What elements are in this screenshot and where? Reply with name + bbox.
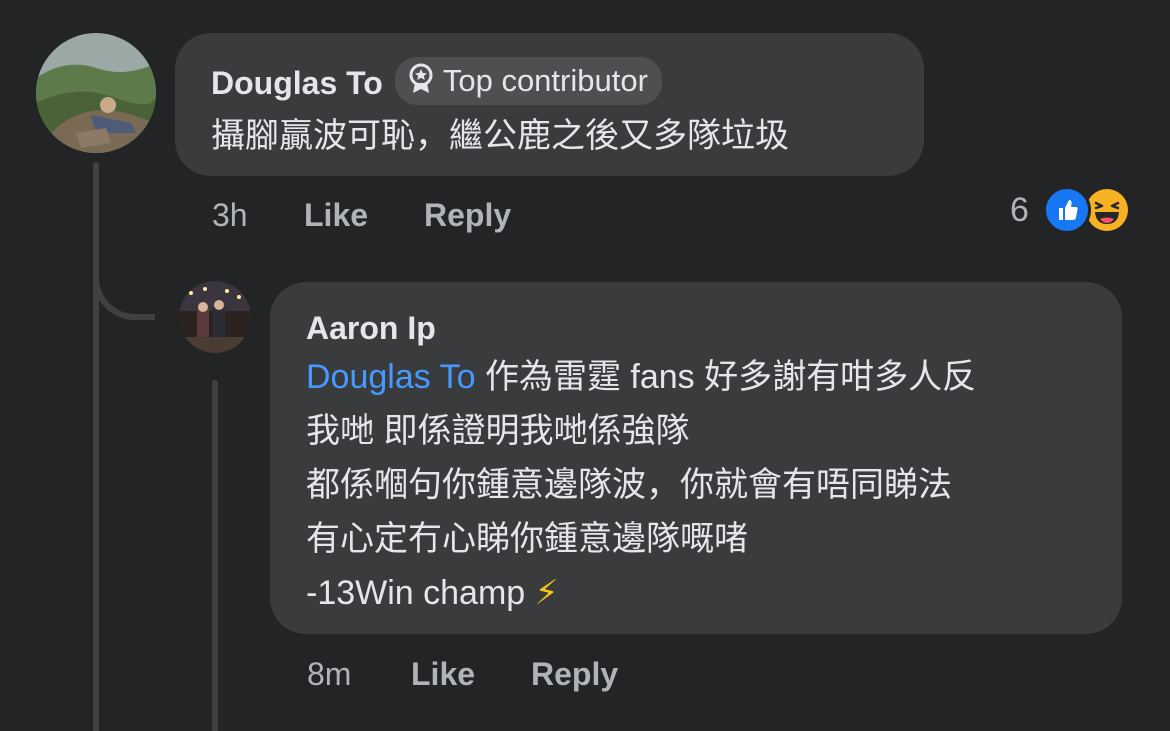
comment-author[interactable]: Douglas To <box>211 61 383 105</box>
thread-line <box>93 162 99 731</box>
like-button[interactable]: Like <box>304 197 424 234</box>
thread-connector <box>93 250 155 320</box>
reply-author[interactable]: Aaron Ip <box>306 306 1086 350</box>
mention-link[interactable]: Douglas To <box>306 358 476 396</box>
reaction-summary[interactable]: 6 <box>1010 186 1131 234</box>
reply-timestamp[interactable]: 8m <box>307 656 411 693</box>
comment-timestamp[interactable]: 3h <box>212 197 304 234</box>
reaction-count: 6 <box>1010 190 1029 229</box>
comment-actions: 3h Like Reply <box>212 193 511 237</box>
avatar[interactable] <box>179 281 251 353</box>
comment-bubble: Douglas To Top contributor 攝腳贏波可恥，繼公鹿之後又多… <box>175 33 924 176</box>
reply-line-text: -13Win champ <box>306 574 535 612</box>
reply-line: 有心定冇心睇你鍾意邊隊嘅啫 <box>306 520 748 558</box>
reply-bubble: Aaron Ip Douglas To 作為雷霆 fans 好多謝有咁多人反 我… <box>270 282 1122 634</box>
reply-line: 我哋 即係證明我哋係強隊 <box>306 412 690 450</box>
top-contributor-badge[interactable]: Top contributor <box>394 57 662 105</box>
reply-line: 都係嗰句你鍾意邊隊波，你就會有唔同睇法 <box>306 466 952 504</box>
comment-thread: Douglas To Top contributor 攝腳贏波可恥，繼公鹿之後又多… <box>0 0 1170 731</box>
like-button[interactable]: Like <box>411 656 531 693</box>
badge-label: Top contributor <box>442 63 648 98</box>
lightning-icon: ⚡ <box>534 574 559 612</box>
reply-thread-line <box>212 380 218 731</box>
like-icon <box>1042 186 1091 234</box>
avatar[interactable] <box>36 33 156 153</box>
reply-line: 作為雷霆 fans 好多謝有咁多人反 <box>475 358 977 396</box>
award-badge-icon <box>407 63 435 100</box>
comment-text: 攝腳贏波可恥，繼公鹿之後又多隊垃圾 <box>211 117 789 155</box>
reply-button[interactable]: Reply <box>531 656 618 693</box>
reply-actions: 8m Like Reply <box>307 652 618 696</box>
reply-text: Douglas To 作為雷霆 fans 好多謝有咁多人反 <box>306 350 1086 404</box>
reply-button[interactable]: Reply <box>424 197 511 234</box>
reply-line: -13Win champ ⚡ <box>306 566 1086 620</box>
